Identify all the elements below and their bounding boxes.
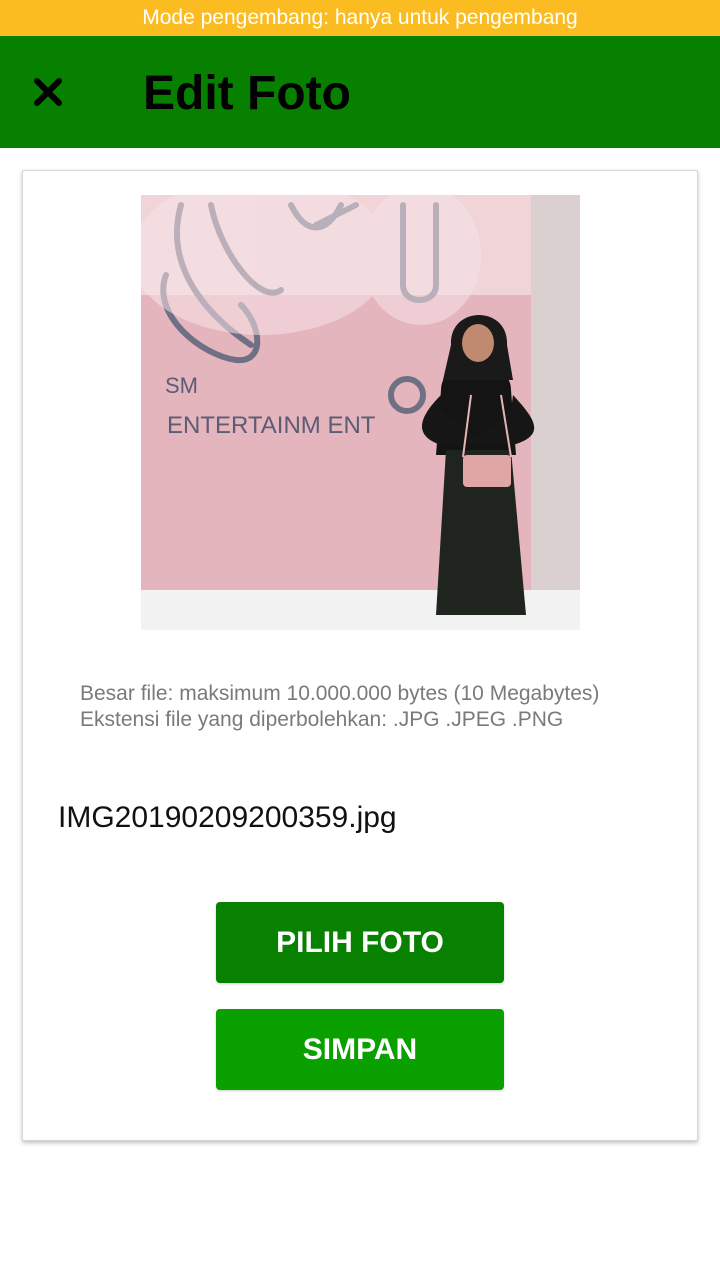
close-button[interactable] xyxy=(24,68,72,116)
sign-text-sm: SM xyxy=(165,373,198,398)
allowed-extensions-text: Ekstensi file yang diperbolehkan: .JPG .… xyxy=(80,708,564,731)
sign-text-entertainment: ENTERTAINM ENT xyxy=(167,412,376,439)
page-title: Edit Foto xyxy=(143,67,351,120)
choose-photo-button[interactable]: PILIH FOTO xyxy=(216,902,504,983)
developer-mode-text: Mode pengembang: hanya untuk pengembang xyxy=(142,6,578,29)
profile-photo[interactable]: SM ENTERTAINM ENT xyxy=(141,195,580,630)
developer-mode-banner: Mode pengembang: hanya untuk pengembang xyxy=(0,0,720,36)
profile-photo-image: SM ENTERTAINM ENT xyxy=(141,195,580,630)
file-requirements: Besar file: maksimum 10.000.000 bytes (1… xyxy=(80,681,599,733)
selected-file-name: IMG20190209200359.jpg xyxy=(58,801,397,834)
close-icon xyxy=(34,78,62,106)
app-bar: Edit Foto xyxy=(0,36,720,148)
edit-photo-card: SM ENTERTAINM ENT Besar file: maksimum 1… xyxy=(22,170,698,1141)
save-button[interactable]: SIMPAN xyxy=(216,1009,504,1090)
max-size-text: Besar file: maksimum 10.000.000 bytes (1… xyxy=(80,682,600,705)
